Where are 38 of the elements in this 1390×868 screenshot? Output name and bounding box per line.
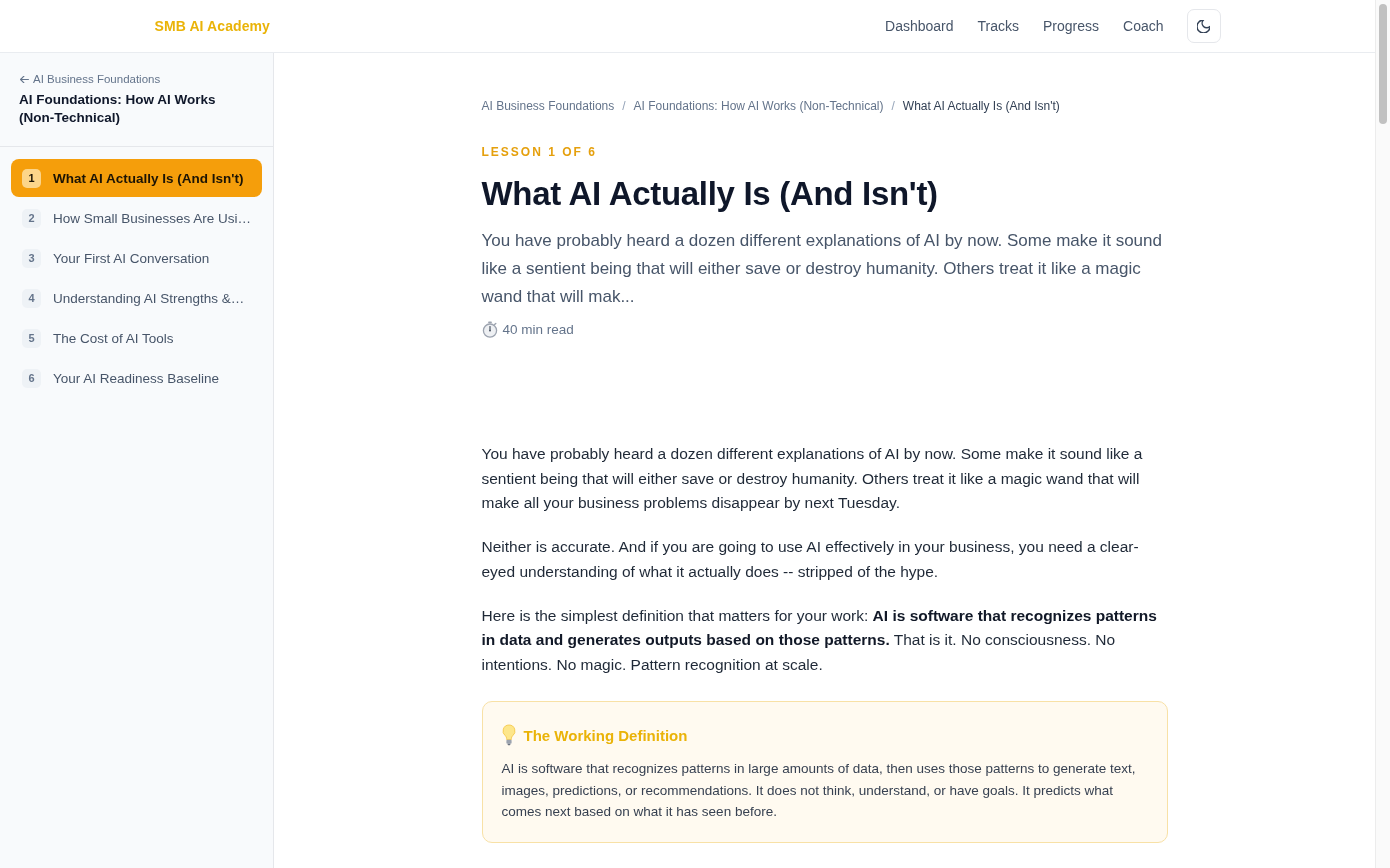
breadcrumb-link[interactable]: AI Foundations: How AI Works (Non-Technical) (633, 99, 884, 113)
lesson-item[interactable]: 4 Understanding AI Strengths &… (11, 279, 262, 317)
callout-title: The Working Definition (523, 726, 688, 744)
nav-link[interactable]: Tracks (977, 18, 1019, 34)
lesson-number: 1 (22, 168, 41, 188)
breadcrumb-link[interactable]: What AI Actually Is (And Isn't) (902, 99, 1060, 113)
body-paragraph: Here is the simplest definition that matters for your work: AI is software that recognizes patterns in data and generates outputs based on those patterns. That is it. No consciousness. No intentions. No magic. Pattern recognition at scale. (481, 605, 1158, 675)
lesson-counter: LESSON 1 OF 6 (481, 145, 598, 159)
lesson-item[interactable]: 3 Your First AI Conversation (11, 239, 262, 277)
breadcrumb-separator: / (891, 99, 895, 113)
lesson-number: 4 (22, 288, 41, 308)
theme-toggle-button[interactable] (1186, 9, 1221, 43)
lesson-number: 3 (22, 248, 41, 268)
scrollbar-thumb[interactable] (1379, 4, 1387, 124)
read-time: 40 min read (502, 322, 574, 337)
lesson-item[interactable]: 5 The Cost of AI Tools (11, 319, 262, 357)
lesson-item[interactable]: 6 Your AI Readiness Baseline (11, 359, 262, 397)
light-bulb-icon (501, 724, 516, 746)
nav-link[interactable]: Coach (1123, 18, 1164, 34)
lesson-item[interactable]: 1 What AI Actually Is (And Isn't) (11, 159, 262, 197)
callout-text: AI is software that recognizes patterns in large amounts of data, then uses those patterns to generate text, images, predictions, or recommendations. It does not think, understand, or have goals. It predicts what comes next based on what it has seen before. (501, 760, 1137, 821)
moon-icon (1197, 19, 1210, 33)
body-paragraph: You have probably heard a dozen different explanations of AI by now. Some make it sound like a sentient being that will either save or destroy humanity. Others treat it like a magic wand that will make all your business problems disappear by next Tuesday. (481, 444, 1144, 513)
breadcrumb-separator: / (622, 99, 626, 113)
stopwatch-icon (481, 321, 498, 338)
lesson-number: 2 (22, 208, 41, 228)
course-title: AI Foundations: How AI Works (Non-Technical) (19, 91, 217, 127)
nav-link[interactable]: Progress (1043, 18, 1100, 34)
back-link[interactable]: AI Business Foundations (19, 73, 161, 85)
body-paragraph: Neither is accurate. And if you are going to use AI effectively in your business, you need a clear-eyed understanding of what it actually does -- stripped of the hype. (481, 537, 1140, 582)
lesson-item[interactable]: 2 How Small Businesses Are Usi… (11, 199, 262, 237)
lesson-number: 6 (22, 368, 41, 388)
arrow-left-icon (20, 75, 29, 83)
breadcrumb-link[interactable]: AI Business Foundations (481, 99, 615, 113)
lesson-title: What AI Actually Is (And Isn't) (481, 174, 939, 214)
lesson-summary: You have probably heard a dozen different explanations of AI by now. Some make it sound like a sentient being that will either save or destroy humanity. Others treat it like a magic wand that will mak... (481, 230, 1163, 308)
lesson-number: 5 (22, 328, 41, 348)
nav-link[interactable]: Dashboard (885, 18, 954, 34)
